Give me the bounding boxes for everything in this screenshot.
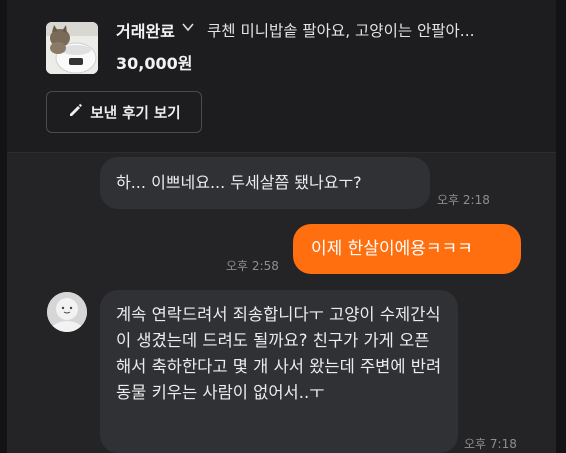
message-time: 오후 2:18 <box>437 193 490 207</box>
window-frame-left <box>0 0 7 453</box>
chevron-down-icon[interactable] <box>182 20 194 36</box>
message-bubble-sent: 이제 한살이에용ㅋㅋㅋ <box>293 224 521 274</box>
view-sent-review-label: 보낸 후기 보기 <box>90 105 181 122</box>
product-thumbnail[interactable] <box>46 22 98 74</box>
trade-status-label[interactable]: 거래완료 <box>116 18 175 42</box>
avatar[interactable] <box>47 292 87 332</box>
message-bubble-received: 하... 이쁘네요... 두세살쯤 됐나요ㅜ? <box>100 157 430 209</box>
message-time: 오후 7:18 <box>464 437 517 451</box>
view-sent-review-button[interactable]: 보낸 후기 보기 <box>46 91 202 133</box>
message-bubble-received: 계속 연락드려서 죄송합니다ㅜ 고양이 수제간식이 생겼는데 드려도 될까요? … <box>100 290 458 453</box>
product-price: 30,000원 <box>116 54 193 73</box>
window-frame-right <box>556 0 566 453</box>
message-time: 오후 2:58 <box>226 259 279 273</box>
pencil-icon <box>67 102 83 122</box>
product-title: 쿠첸 미니밥솥 팔아요, 고양이는 안팔아... <box>207 22 475 40</box>
